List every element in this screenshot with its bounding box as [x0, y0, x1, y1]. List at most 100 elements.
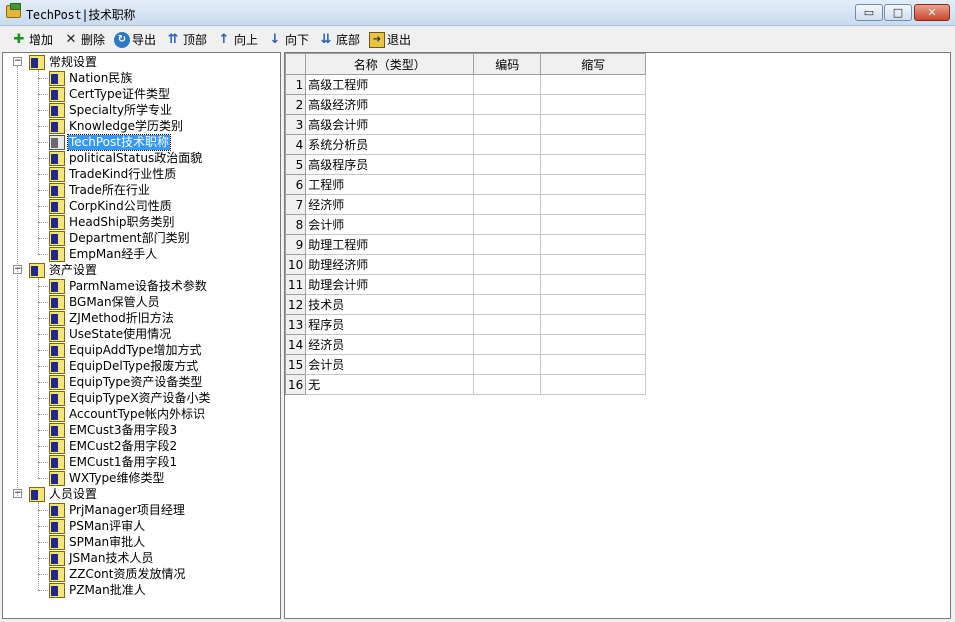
row-number-cell[interactable]: 14 [285, 334, 307, 355]
table-row[interactable]: 13 程序员 [285, 314, 647, 335]
title-bar[interactable]: TechPost|技术职称 ▭ □ ✕ [0, 0, 955, 26]
row-number-cell[interactable]: 11 [285, 274, 307, 295]
code-cell[interactable] [473, 334, 542, 355]
tree-group[interactable]: − 人员设置 [13, 486, 98, 502]
tree-item[interactable]: WXType维修类型 [49, 470, 165, 486]
tree-item[interactable]: EquipAddType增加方式 [49, 342, 203, 358]
tree-group[interactable]: − 资产设置 [13, 262, 98, 278]
code-cell[interactable] [473, 114, 542, 135]
move-down-button[interactable]: ↓ 向下 [267, 30, 309, 49]
tree-item[interactable]: CorpKind公司性质 [49, 198, 173, 214]
row-number-cell[interactable]: 16 [285, 374, 307, 395]
data-grid-panel[interactable]: 名称（类型） 编码 缩写 1 高级工程师 2 高级经济师 3 高级会计师 4 系统分析员 5 高级… [284, 52, 951, 619]
tree-item[interactable]: Nation民族 [49, 70, 133, 86]
table-row[interactable]: 9 助理工程师 [285, 234, 647, 255]
code-cell[interactable] [473, 254, 542, 275]
table-row[interactable]: 15 会计员 [285, 354, 647, 375]
abbr-cell[interactable] [540, 134, 647, 155]
table-row[interactable]: 8 会计师 [285, 214, 647, 235]
table-row[interactable]: 12 技术员 [285, 294, 647, 315]
name-cell[interactable]: 系统分析员 [305, 134, 475, 155]
code-cell[interactable] [473, 354, 542, 375]
export-button[interactable]: ↻ 导出 [114, 30, 156, 49]
tree-item[interactable]: EmpMan经手人 [49, 246, 158, 262]
settings-tree-panel[interactable]: − 常规设置 Nation民族 CertType证件类型 Specialty所学专业 Kn… [2, 52, 281, 619]
name-cell[interactable]: 技术员 [305, 294, 475, 315]
tree-item[interactable]: CertType证件类型 [49, 86, 171, 102]
tree-item[interactable]: SPMan审批人 [49, 534, 146, 550]
close-button[interactable]: ✕ [914, 4, 950, 21]
code-cell[interactable] [473, 94, 542, 115]
tree-item[interactable]: PZMan批准人 [49, 582, 147, 598]
tree-item[interactable]: Specialty所学专业 [49, 102, 173, 118]
table-row[interactable]: 14 经济员 [285, 334, 647, 355]
code-cell[interactable] [473, 174, 542, 195]
code-cell[interactable] [473, 134, 542, 155]
row-number-cell[interactable]: 8 [285, 214, 307, 235]
code-cell[interactable] [473, 214, 542, 235]
code-cell[interactable] [473, 314, 542, 335]
tree-item[interactable]: ZZCont资质发放情况 [49, 566, 186, 582]
name-cell[interactable]: 程序员 [305, 314, 475, 335]
name-cell[interactable]: 助理会计师 [305, 274, 475, 295]
name-cell[interactable]: 工程师 [305, 174, 475, 195]
row-number-cell[interactable]: 4 [285, 134, 307, 155]
table-row[interactable]: 7 经济师 [285, 194, 647, 215]
column-header-code[interactable]: 编码 [473, 53, 542, 75]
tree-item[interactable]: PSMan评审人 [49, 518, 146, 534]
abbr-cell[interactable] [540, 94, 647, 115]
add-button[interactable]: ✚ 增加 [11, 30, 53, 49]
code-cell[interactable] [473, 294, 542, 315]
tree-item[interactable]: BGMan保管人员 [49, 294, 161, 310]
row-number-cell[interactable]: 6 [285, 174, 307, 195]
abbr-cell[interactable] [540, 114, 647, 135]
row-number-cell[interactable]: 7 [285, 194, 307, 215]
name-cell[interactable]: 经济员 [305, 334, 475, 355]
table-row[interactable]: 3 高级会计师 [285, 114, 647, 135]
tree-item[interactable]: UseState使用情况 [49, 326, 172, 342]
abbr-cell[interactable] [540, 274, 647, 295]
table-row[interactable]: 1 高级工程师 [285, 74, 647, 95]
code-cell[interactable] [473, 234, 542, 255]
abbr-cell[interactable] [540, 374, 647, 395]
tree-item[interactable]: ZJMethod折旧方法 [49, 310, 175, 326]
name-cell[interactable]: 无 [305, 374, 475, 395]
tree-item[interactable]: ParmName设备技术参数 [49, 278, 208, 294]
data-grid[interactable]: 名称（类型） 编码 缩写 1 高级工程师 2 高级经济师 3 高级会计师 4 系统分析员 5 高级… [285, 53, 647, 395]
tree-item[interactable]: EquipDelType报废方式 [49, 358, 199, 374]
table-row[interactable]: 2 高级经济师 [285, 94, 647, 115]
name-cell[interactable]: 助理工程师 [305, 234, 475, 255]
tree-item[interactable]: Knowledge学历类别 [49, 118, 184, 134]
abbr-cell[interactable] [540, 234, 647, 255]
name-cell[interactable]: 会计师 [305, 214, 475, 235]
row-number-cell[interactable]: 1 [285, 74, 307, 95]
column-header-name[interactable]: 名称（类型） [305, 53, 475, 75]
row-number-cell[interactable]: 13 [285, 314, 307, 335]
tree-item[interactable]: TradeKind行业性质 [49, 166, 177, 182]
table-row[interactable]: 16 无 [285, 374, 647, 395]
delete-button[interactable]: ✕ 删除 [63, 30, 105, 49]
tree-item[interactable]: HeadShip职务类别 [49, 214, 176, 230]
table-row[interactable]: 11 助理会计师 [285, 274, 647, 295]
abbr-cell[interactable] [540, 174, 647, 195]
abbr-cell[interactable] [540, 74, 647, 95]
tree-item[interactable]: AccountType帐内外标识 [49, 406, 206, 422]
name-cell[interactable]: 助理经济师 [305, 254, 475, 275]
row-number-cell[interactable]: 10 [285, 254, 307, 275]
code-cell[interactable] [473, 274, 542, 295]
exit-button[interactable]: ➜ 退出 [369, 30, 411, 49]
table-row[interactable]: 5 高级程序员 [285, 154, 647, 175]
tree-item[interactable]: Department部门类别 [49, 230, 191, 246]
tree-item[interactable]: EMCust3备用字段3 [49, 422, 178, 438]
name-cell[interactable]: 高级程序员 [305, 154, 475, 175]
move-bottom-button[interactable]: ⇊ 底部 [318, 30, 360, 49]
tree-item[interactable]: EquipTypeX资产设备小类 [49, 390, 212, 406]
abbr-cell[interactable] [540, 294, 647, 315]
abbr-cell[interactable] [540, 154, 647, 175]
code-cell[interactable] [473, 74, 542, 95]
tree-item[interactable]: Trade所在行业 [49, 182, 151, 198]
minimize-button[interactable]: ▭ [855, 4, 883, 21]
collapse-toggle-icon[interactable]: − [13, 57, 22, 66]
row-number-cell[interactable]: 12 [285, 294, 307, 315]
tree-item[interactable]: PrjManager项目经理 [49, 502, 186, 518]
